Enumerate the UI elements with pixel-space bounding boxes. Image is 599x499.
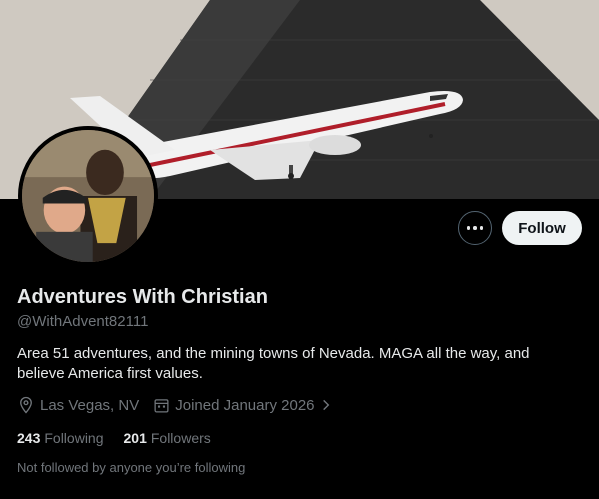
- not-followed-notice: Not followed by anyone you’re following: [17, 460, 246, 475]
- profile-handle: @WithAdvent82111: [17, 313, 149, 330]
- avatar-photo: [22, 130, 154, 262]
- calendar-icon: [154, 398, 169, 413]
- more-options-button[interactable]: [458, 211, 492, 245]
- profile-meta: Las Vegas, NV Joined January 2026: [17, 396, 333, 414]
- location-item: Las Vegas, NV: [17, 396, 139, 414]
- profile-display-name: Adventures With Christian: [17, 286, 268, 308]
- follow-button[interactable]: Follow: [502, 211, 582, 245]
- more-dots-icon: [466, 226, 484, 230]
- chevron-right-icon: [322, 399, 329, 411]
- location-text: Las Vegas, NV: [40, 396, 140, 414]
- joined-item[interactable]: Joined January 2026: [153, 397, 332, 414]
- following-count: 243: [17, 430, 41, 446]
- followers-stat[interactable]: 201 Followers: [124, 430, 211, 446]
- profile-bio: Area 51 adventures, and the mining towns…: [17, 345, 530, 382]
- profile-stats: 243 Following 201 Followers: [17, 430, 231, 446]
- location-pin-icon: [20, 396, 32, 414]
- joined-text: Joined January 2026: [175, 396, 315, 414]
- followers-label: Followers: [150, 430, 211, 446]
- following-stat[interactable]: 243 Following: [17, 430, 104, 446]
- profile-avatar[interactable]: [18, 126, 158, 266]
- followers-count: 201: [123, 430, 147, 446]
- following-label: Following: [44, 430, 104, 446]
